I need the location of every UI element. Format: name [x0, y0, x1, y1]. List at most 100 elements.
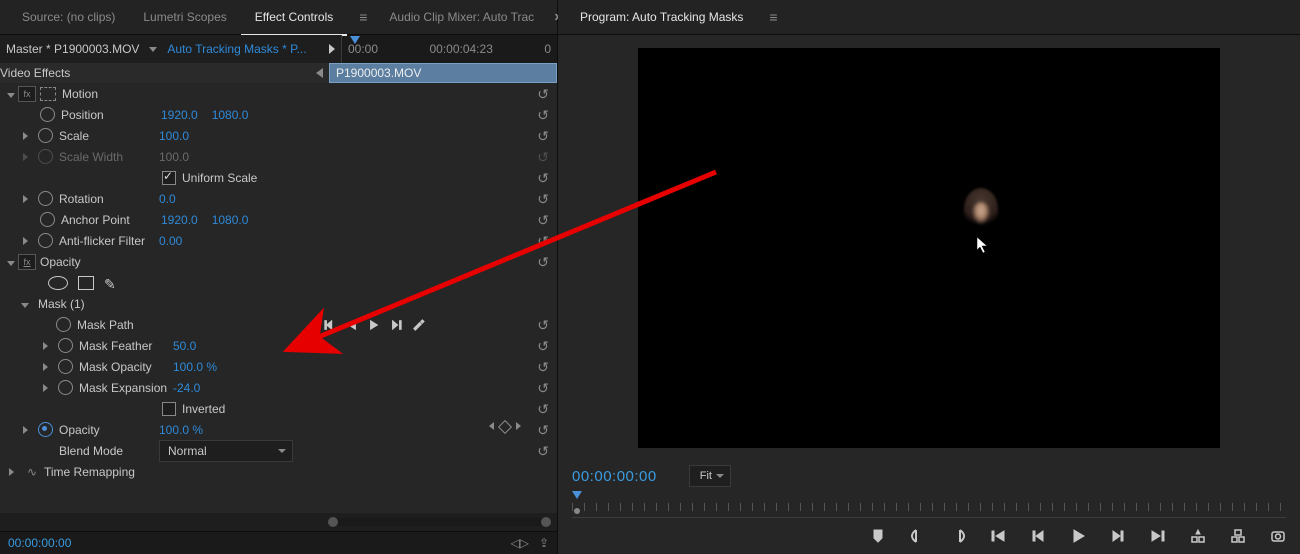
- tab-menu-icon[interactable]: ≡: [353, 10, 375, 24]
- go-to-out-icon[interactable]: [1150, 528, 1166, 544]
- export-icon[interactable]: ⇪: [539, 536, 549, 550]
- mask-opacity-value[interactable]: 100.0 %: [173, 360, 217, 374]
- pen-mask-icon[interactable]: ✎: [104, 276, 118, 290]
- reset-icon[interactable]: ↺: [537, 212, 549, 229]
- scale-value[interactable]: 100.0: [159, 129, 189, 143]
- track-forward-icon[interactable]: [367, 318, 381, 332]
- prev-keyframe-icon[interactable]: [489, 422, 494, 430]
- checkbox-icon[interactable]: [162, 402, 176, 416]
- twisty-icon[interactable]: [6, 87, 16, 101]
- reset-icon[interactable]: ↺: [537, 380, 549, 397]
- stopwatch-active-icon[interactable]: [38, 422, 53, 437]
- reset-icon[interactable]: ↺: [537, 128, 549, 145]
- reset-icon[interactable]: ↺: [537, 107, 549, 124]
- tab-program[interactable]: Program: Auto Tracking Masks: [566, 0, 757, 34]
- add-marker-icon[interactable]: [870, 528, 886, 544]
- tab-effect-controls[interactable]: Effect Controls: [241, 0, 347, 36]
- twisty-icon[interactable]: [20, 129, 30, 143]
- position-x[interactable]: 1920.0: [161, 108, 198, 122]
- twisty-icon[interactable]: [6, 255, 16, 269]
- anchor-y[interactable]: 1080.0: [212, 213, 249, 227]
- stopwatch-icon[interactable]: [38, 128, 53, 143]
- video-canvas[interactable]: [638, 48, 1220, 448]
- reset-icon[interactable]: ↺: [537, 401, 549, 418]
- reset-icon[interactable]: ↺: [537, 191, 549, 208]
- opacity-header[interactable]: fx Opacity ↺: [0, 251, 557, 272]
- zoom-fit-dropdown[interactable]: Fit: [689, 465, 731, 487]
- tab-lumetri[interactable]: Lumetri Scopes: [129, 0, 240, 34]
- stopwatch-icon[interactable]: [58, 359, 73, 374]
- twisty-icon[interactable]: [20, 297, 30, 311]
- sequence-link[interactable]: Auto Tracking Masks * P...: [167, 42, 306, 56]
- track-back-icon[interactable]: [345, 318, 359, 332]
- track-forward-one-icon[interactable]: [389, 318, 403, 332]
- mark-in-icon[interactable]: [910, 528, 926, 544]
- inverted-row[interactable]: Inverted ↺: [0, 398, 557, 419]
- uniform-scale-row[interactable]: Uniform Scale ↺: [0, 167, 557, 188]
- tab-menu-icon[interactable]: ≡: [763, 10, 785, 24]
- scroll-thumb-right[interactable]: [541, 517, 551, 527]
- reset-icon[interactable]: ↺: [537, 170, 549, 187]
- reset-icon[interactable]: ↺: [537, 317, 549, 334]
- mask-header[interactable]: Mask (1): [0, 293, 557, 314]
- step-back-icon[interactable]: [1030, 528, 1046, 544]
- mini-timeline-ruler[interactable]: 00:00 00:00:04:23 0: [341, 35, 557, 63]
- reset-icon[interactable]: ↺: [537, 254, 549, 271]
- fx-badge-icon[interactable]: fx: [18, 86, 36, 102]
- stopwatch-icon[interactable]: [38, 191, 53, 206]
- twisty-icon[interactable]: [20, 423, 30, 437]
- checkbox-icon[interactable]: [162, 171, 176, 185]
- stopwatch-icon[interactable]: [56, 317, 71, 332]
- time-remap-header[interactable]: ∿ Time Remapping: [0, 461, 557, 482]
- extract-icon[interactable]: [1230, 528, 1246, 544]
- lift-icon[interactable]: [1190, 528, 1206, 544]
- reset-icon[interactable]: ↺: [537, 338, 549, 355]
- position-y[interactable]: 1080.0: [212, 108, 249, 122]
- tab-source[interactable]: Source: (no clips): [8, 0, 129, 34]
- effects-scrollbar[interactable]: [0, 513, 557, 531]
- fx-badge-icon[interactable]: ∿: [24, 465, 40, 479]
- chevron-down-icon[interactable]: [149, 47, 157, 52]
- blend-mode-dropdown[interactable]: Normal: [159, 440, 293, 462]
- export-frame-icon[interactable]: [1270, 528, 1286, 544]
- status-timecode[interactable]: 00:00:00:00: [8, 536, 71, 550]
- mini-clip[interactable]: P1900003.MOV: [329, 63, 557, 83]
- mark-out-icon[interactable]: [950, 528, 966, 544]
- stopwatch-icon[interactable]: [58, 380, 73, 395]
- step-forward-icon[interactable]: [1110, 528, 1126, 544]
- loop-icon[interactable]: ◁▷: [510, 536, 528, 550]
- program-ruler[interactable]: [572, 491, 1286, 518]
- keyframe-nav[interactable]: [489, 422, 521, 432]
- stopwatch-icon[interactable]: [40, 212, 55, 227]
- twisty-icon[interactable]: [20, 150, 30, 164]
- add-keyframe-icon[interactable]: [498, 420, 512, 434]
- opacity-prop-value[interactable]: 100.0 %: [159, 423, 203, 437]
- tab-audio-mixer[interactable]: Audio Clip Mixer: Auto Trac: [375, 0, 548, 34]
- track-back-one-icon[interactable]: [323, 318, 337, 332]
- mask-expansion-value[interactable]: -24.0: [173, 381, 200, 395]
- stopwatch-icon[interactable]: [58, 338, 73, 353]
- program-monitor[interactable]: [558, 35, 1300, 461]
- twisty-icon[interactable]: [40, 360, 50, 374]
- play-icon[interactable]: [1070, 528, 1086, 544]
- go-to-in-icon[interactable]: [990, 528, 1006, 544]
- rect-mask-icon[interactable]: [78, 276, 94, 290]
- anchor-x[interactable]: 1920.0: [161, 213, 198, 227]
- rotation-value[interactable]: 0.0: [159, 192, 176, 206]
- reset-icon[interactable]: ↺: [537, 443, 549, 460]
- reset-icon[interactable]: ↺: [537, 359, 549, 376]
- twisty-icon[interactable]: [6, 465, 16, 479]
- ellipse-mask-icon[interactable]: [48, 276, 68, 290]
- twisty-icon[interactable]: [20, 234, 30, 248]
- track-settings-icon[interactable]: [411, 318, 425, 332]
- scroll-thumb[interactable]: [574, 508, 580, 514]
- twisty-icon[interactable]: [40, 381, 50, 395]
- program-playhead-icon[interactable]: [572, 491, 582, 499]
- reset-icon[interactable]: ↺: [537, 422, 549, 439]
- fx-badge-icon[interactable]: fx: [18, 254, 36, 270]
- motion-header[interactable]: fx Motion ↺: [0, 83, 557, 104]
- stopwatch-icon[interactable]: [38, 233, 53, 248]
- mask-feather-value[interactable]: 50.0: [173, 339, 196, 353]
- program-timecode[interactable]: 00:00:00:00: [572, 468, 657, 485]
- reset-icon[interactable]: ↺: [537, 86, 549, 103]
